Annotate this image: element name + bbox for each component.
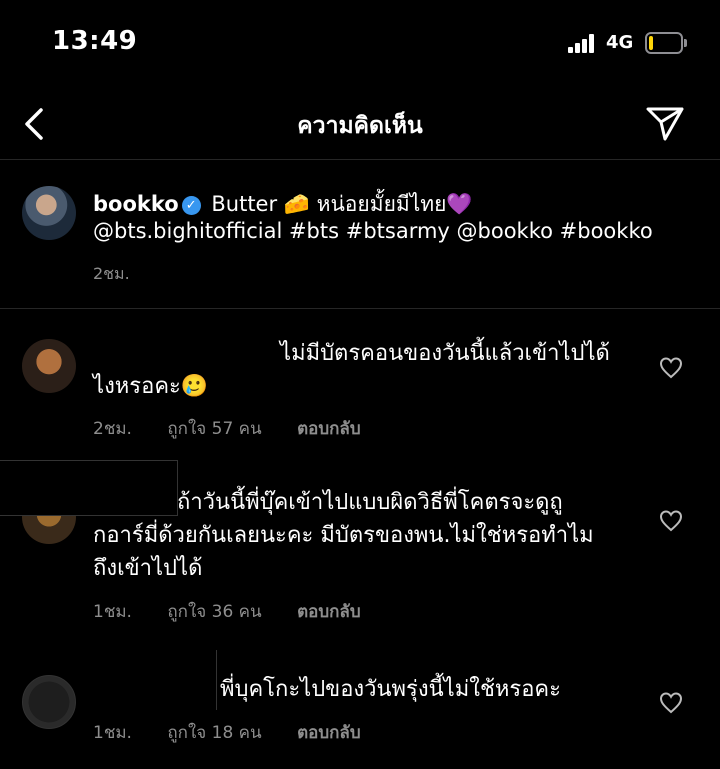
comment-line: ถึงเข้าไปได้ bbox=[93, 556, 203, 581]
comment-meta: 2ชม. ถูกใจ 57 คน ตอบกลับ bbox=[93, 415, 391, 442]
heart-icon[interactable] bbox=[659, 357, 683, 379]
comment-meta: 1ชม. ถูกใจ 18 คน ตอบกลับ bbox=[93, 719, 391, 746]
likes-count[interactable]: ถูกใจ 36 คน bbox=[167, 602, 261, 622]
comment-line: ไงหรอคะ🥲 bbox=[93, 374, 209, 399]
caption-tags[interactable]: @bts.bighitofficial #bts #btsarmy @bookk… bbox=[93, 219, 653, 243]
reply-button[interactable]: ตอบกลับ bbox=[297, 723, 361, 743]
avatar[interactable] bbox=[22, 339, 76, 393]
reply-button[interactable]: ตอบกลับ bbox=[297, 419, 361, 439]
caption-time: 2ชม. bbox=[93, 264, 130, 283]
comment-time: 1ชม. bbox=[93, 602, 132, 622]
status-time: 13:49 bbox=[52, 26, 138, 56]
reply-button[interactable]: ตอบกลับ bbox=[297, 602, 361, 622]
header: ความคิดเห็น bbox=[0, 88, 720, 160]
battery-icon bbox=[645, 32, 687, 54]
avatar[interactable] bbox=[22, 675, 76, 729]
heart-icon[interactable] bbox=[659, 510, 683, 532]
caption-username[interactable]: bookko bbox=[93, 192, 179, 216]
avatar[interactable] bbox=[22, 186, 76, 240]
redacted-username bbox=[0, 460, 178, 516]
heart-icon[interactable] bbox=[659, 692, 683, 714]
redacted-username bbox=[80, 650, 217, 710]
verified-badge-icon: ✓ bbox=[181, 196, 201, 215]
caption-text: Butter 🧀 หน่อยมั้ยมีไทย💜 bbox=[211, 192, 473, 216]
comment-text: พี่บุคโกะไปของวันพรุ่งนี้ไม่ใช้หรอคะ bbox=[220, 677, 561, 702]
likes-count[interactable]: ถูกใจ 18 คน bbox=[167, 723, 261, 743]
caption-line: bookko ✓ Butter 🧀 หน่อยมั้ยมีไทย💜 bbox=[93, 188, 473, 221]
paper-plane-icon[interactable] bbox=[644, 102, 686, 144]
status-bar: 13:49 4G bbox=[0, 0, 720, 88]
redacted-username bbox=[95, 312, 275, 362]
comment-time: 2ชม. bbox=[93, 419, 132, 439]
comment-meta: 1ชม. ถูกใจ 36 คน ตอบกลับ bbox=[93, 598, 391, 625]
page-title: ความคิดเห็น bbox=[297, 113, 423, 139]
signal-strength-icon bbox=[568, 33, 600, 53]
likes-count[interactable]: ถูกใจ 57 คน bbox=[167, 419, 261, 439]
comment-line: กอาร์มี่ด้วยกันเลยนะคะ มีบัตรของพน.ไม่ใช… bbox=[93, 523, 594, 548]
comment-time: 1ชม. bbox=[93, 723, 132, 743]
network-type: 4G bbox=[606, 32, 634, 53]
